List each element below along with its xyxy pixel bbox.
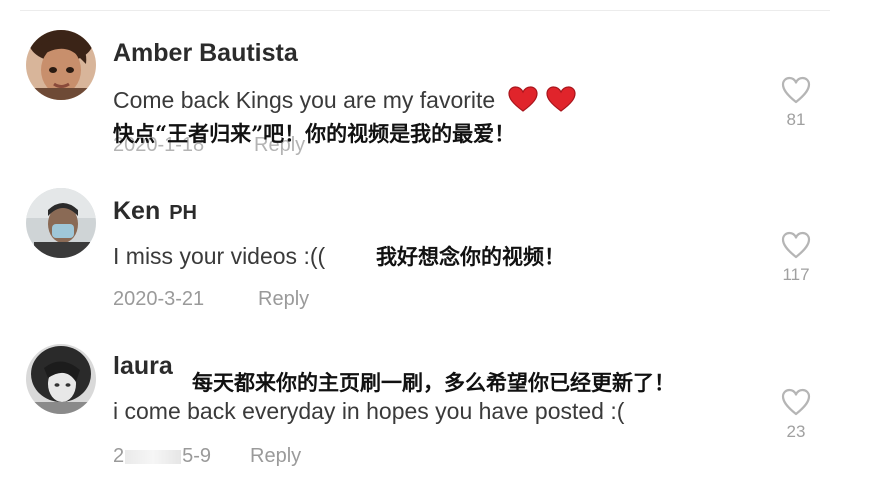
comment-item-3: laura 每天都来你的主页刷一刷，多么希望你已经更新了！ i come bac… [0, 330, 870, 493]
heart-outline-icon[interactable] [781, 388, 811, 416]
translation-caption: 我好想念你的视频！ [376, 244, 565, 269]
avatar-photo-icon [26, 30, 96, 100]
heart-outline-icon[interactable] [781, 76, 811, 104]
red-heart-icon [508, 86, 538, 118]
comment-text: I miss your videos :(( [113, 243, 326, 269]
comment-date: 2020-3-21 [113, 288, 205, 310]
reply-button[interactable]: Reply [258, 288, 309, 311]
like-count: 117 [782, 265, 810, 284]
avatar-photo-icon [26, 188, 96, 258]
comment-item-1: Amber Bautista Come back Kings you are m… [0, 0, 870, 170]
avatar[interactable] [26, 344, 96, 414]
avatar-photo-icon [26, 344, 96, 414]
username-suffix: PH [169, 202, 197, 224]
avatar[interactable] [26, 188, 96, 258]
username-name: Ken [113, 197, 161, 225]
translation-caption: 每天都来你的主页刷一刷，多么希望你已经更新了！ [192, 370, 675, 395]
username[interactable]: Amber Bautista [113, 39, 298, 68]
username[interactable]: Ken PH [113, 197, 197, 226]
date-redacted [125, 449, 182, 464]
heart-outline-icon[interactable] [781, 231, 811, 259]
comment-date: 2 5-9 [113, 445, 211, 468]
date-visible-end: 5-9 [182, 445, 212, 467]
comment-item-2: Ken PH I miss your videos :(( 我好想念你的视频！ … [0, 170, 870, 330]
avatar[interactable] [26, 30, 96, 100]
like-count: 81 [786, 110, 806, 129]
comment-text: i come back everyday in hopes you have p… [113, 398, 625, 424]
like-count: 23 [786, 422, 806, 441]
comment-body: Come back Kings you are my favorite [113, 87, 496, 114]
translation-caption: 快点“王者归来”吧！你的视频是我的最爱！ [113, 121, 516, 146]
reply-button[interactable]: Reply [250, 445, 301, 468]
comment-text: Come back Kings you are my favorite [113, 86, 576, 118]
date-visible-start: 2 [113, 445, 125, 467]
red-heart-icon [546, 86, 576, 118]
username[interactable]: laura [113, 352, 173, 381]
